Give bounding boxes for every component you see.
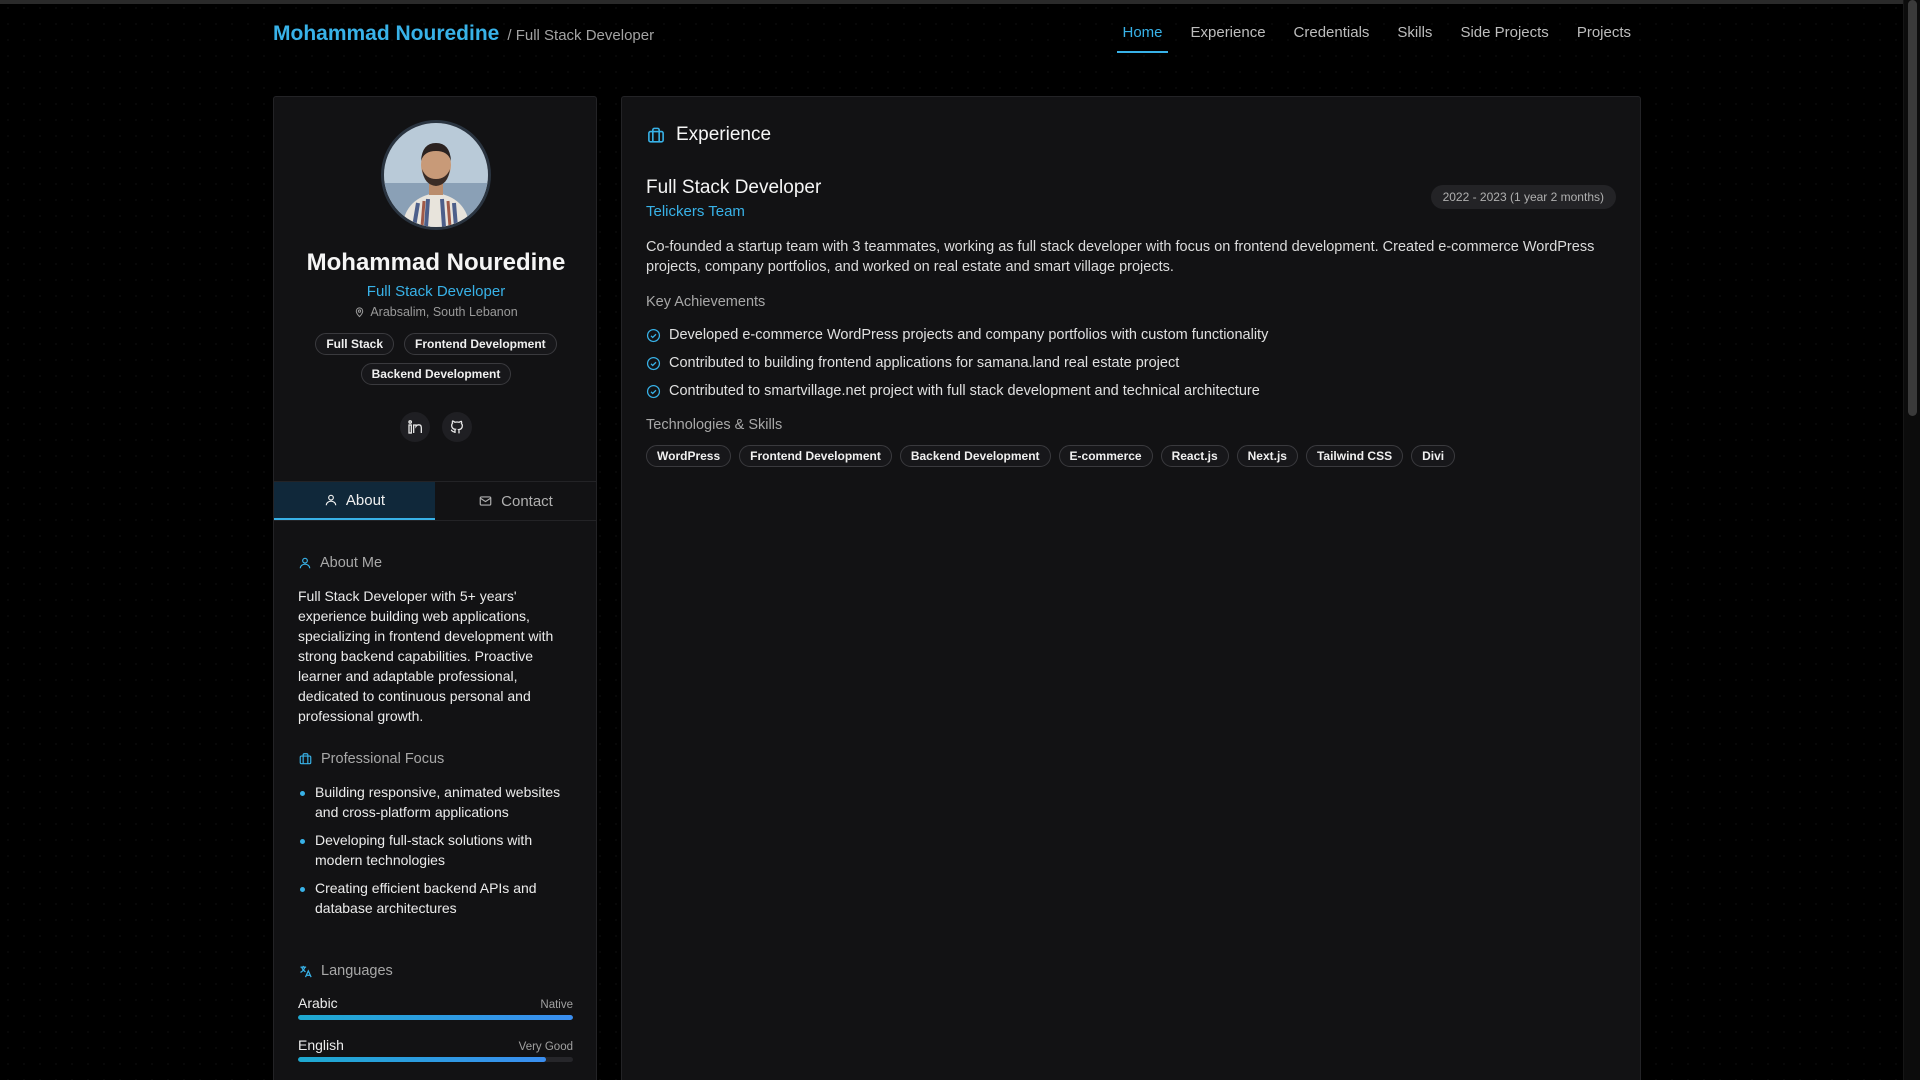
professional-focus-heading: Professional Focus [298,751,444,767]
avatar [381,120,491,230]
tech-tag: E-commerce [1058,445,1153,467]
profile-name: Mohammad Nouredine [306,249,566,276]
job-title: Full Stack Developer [646,177,822,198]
tech-tag: Tailwind CSS [1305,445,1404,467]
check-circle-icon [646,328,661,342]
tech-tag: Next.js [1236,445,1298,467]
nav-side-projects[interactable]: Side Projects [1460,24,1548,53]
language-level: Native [540,999,573,1011]
avatar-portrait [384,123,488,227]
achievement-text: Contributed to smartvillage.net project … [669,383,1260,399]
profile-tag: Frontend Development [404,333,557,355]
brand[interactable]: Mohammad Nouredine / Full Stack Develope… [273,22,654,46]
tab-contact-label: Contact [501,492,553,510]
company-name[interactable]: Telickers Team [646,203,745,220]
about-text: Full Stack Developer with 5+ years' expe… [298,588,554,724]
github-icon [450,420,464,434]
nav-experience[interactable]: Experience [1191,24,1266,53]
linkedin-icon [408,420,422,434]
job-description: Co-founded a startup team with 3 teammat… [646,239,1595,275]
mail-icon [479,496,492,506]
nav-home[interactable]: Home [1117,24,1168,53]
brand-subtitle: / Full Stack Developer [507,27,655,44]
site-header: Mohammad Nouredine / Full Stack Develope… [273,0,1631,68]
achievements-list: Developed e-commerce WordPress projects … [646,325,1268,409]
profile-title: Full Stack Developer [366,283,506,300]
profile-tag: Backend Development [360,363,512,385]
tech-tags: WordPress Frontend Development Backend D… [646,445,1456,467]
about-me-heading: About Me [298,555,382,571]
profile-sidebar: Mohammad Nouredine Full Stack Developer … [273,96,597,1080]
language-progress [298,1015,573,1020]
experience-heading-text: Experience [676,124,772,145]
language-name: Arabic [298,995,338,1011]
nav-skills[interactable]: Skills [1397,24,1432,53]
key-achievements-heading: Key Achievements [646,294,766,310]
sidebar-tabs: About Contact [274,481,596,521]
tab-about-label: About [345,491,386,509]
languages-heading: Languages [298,963,393,979]
professional-focus-heading-text: Professional Focus [321,751,445,767]
focus-item: Developing full-stack solutions with mod… [298,830,573,870]
check-circle-icon [646,356,661,370]
tab-contact[interactable]: Contact [435,482,596,520]
about-me-heading-text: About Me [320,555,383,571]
briefcase-icon [299,753,312,765]
profile-tags: Full Stack Frontend Development Backend … [304,333,568,385]
main-nav: Home Experience Credentials Skills Side … [1094,24,1631,53]
tech-skills-heading: Technologies & Skills [646,417,783,433]
achievement-item: Contributed to smartvillage.net project … [646,381,1268,401]
achievement-item: Developed e-commerce WordPress projects … [646,325,1268,345]
date-badge: 2022 - 2023 (1 year 2 months) [1430,185,1616,209]
nav-projects[interactable]: Projects [1577,24,1631,53]
language-name: English [298,1037,344,1053]
tech-tag: WordPress [646,445,732,467]
tech-tag: Divi [1411,445,1456,467]
languages-heading-text: Languages [321,963,393,979]
translate-icon [300,965,312,977]
tab-about[interactable]: About [274,482,435,520]
language-progress-fill [298,1057,546,1062]
focus-list: Building responsive, animated websites a… [298,782,573,926]
tech-tag: React.js [1160,445,1229,467]
user-icon [299,557,311,569]
language-progress [298,1057,573,1062]
language-english: English Very Good [298,1037,573,1062]
page-scrollbar[interactable] [1903,0,1920,1080]
language-arabic: Arabic Native [298,995,573,1020]
github-link[interactable] [442,412,472,442]
linkedin-link[interactable] [400,412,430,442]
social-links [274,412,598,442]
experience-heading: Experience [646,124,771,146]
check-circle-icon [646,384,661,398]
language-progress-fill [298,1015,573,1020]
tech-tag: Frontend Development [739,445,892,467]
briefcase-icon [648,127,664,143]
profile-tag: Full Stack [315,333,394,355]
achievement-text: Contributed to building frontend applica… [669,355,1180,371]
scrollbar-thumb[interactable] [1908,0,1917,416]
location-text: Arabsalim, South Lebanon [370,305,518,319]
map-pin-icon [356,307,364,318]
user-icon [325,494,337,506]
nav-credentials[interactable]: Credentials [1294,24,1370,53]
achievement-text: Developed e-commerce WordPress projects … [669,327,1269,343]
tech-tag: Backend Development [899,445,1051,467]
experience-card: Experience Full Stack Developer Telicker… [621,96,1641,1080]
brand-name[interactable]: Mohammad Nouredine [273,22,499,46]
focus-item: Creating efficient backend APIs and data… [298,878,573,918]
focus-item: Building responsive, animated websites a… [298,782,573,822]
profile-location: Arabsalim, South Lebanon [274,305,598,319]
achievement-item: Contributed to building frontend applica… [646,353,1268,373]
language-level: Very Good [518,1041,573,1053]
